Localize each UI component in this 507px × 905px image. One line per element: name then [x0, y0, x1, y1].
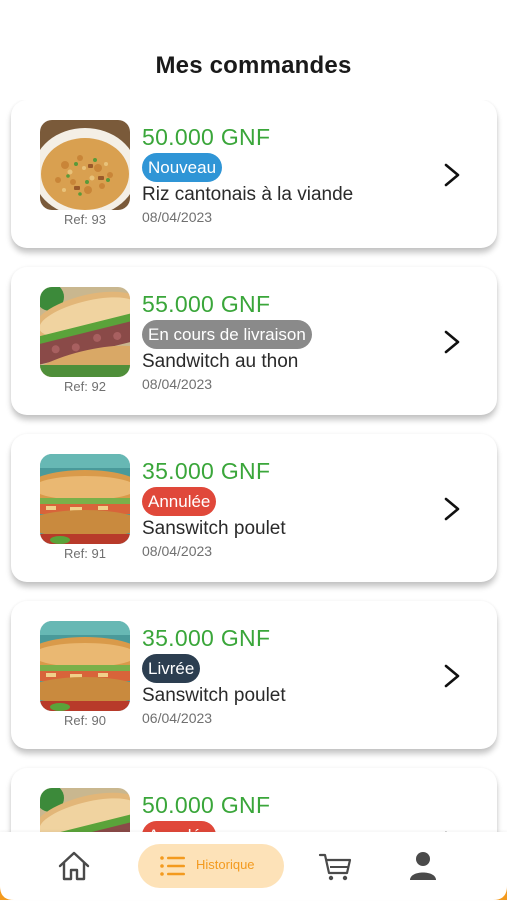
nav-historique-label: Historique [196, 857, 255, 872]
tuna-sandwich-image [40, 788, 130, 832]
chevron-right-icon[interactable] [443, 162, 461, 188]
order-name: Sandwitch au thon [142, 351, 299, 372]
chevron-right-icon[interactable] [443, 329, 461, 355]
nav-profile[interactable] [401, 844, 445, 888]
order-card[interactable]: Ref: 90 35.000 GNF Livrée Sanswitch poul… [11, 601, 497, 749]
order-price: 55.000 GNF [142, 291, 271, 317]
nav-historique[interactable]: Historique [138, 844, 284, 888]
tuna-sandwich-image [40, 287, 130, 377]
order-name: Sanswitch poulet [142, 685, 286, 706]
order-price: 50.000 GNF [142, 792, 271, 818]
order-price: 35.000 GNF [142, 458, 271, 484]
status-badge: Annulée [142, 821, 217, 832]
chicken-sandwich-image [40, 454, 130, 544]
order-date: 08/04/2023 [142, 543, 213, 559]
order-card[interactable]: Ref: 92 55.000 GNF En cours de livraison… [11, 267, 497, 415]
nav-cart[interactable] [313, 844, 357, 888]
order-ref: Ref: 93 [64, 212, 106, 227]
cart-icon [318, 853, 352, 881]
orders-list[interactable]: Ref: 93 50.000 GNF Nouveau Riz cantonais… [0, 100, 507, 832]
user-icon [410, 852, 436, 880]
order-date: 08/04/2023 [142, 376, 213, 392]
order-name: Sanswitch poulet [142, 518, 286, 539]
page-title: Mes commandes [155, 52, 352, 79]
nav-home[interactable] [52, 844, 96, 888]
order-price: 50.000 GNF [142, 124, 271, 150]
order-price: 35.000 GNF [142, 625, 271, 651]
order-name: Riz cantonais à la viande [142, 184, 354, 205]
order-card[interactable]: Ref: 93 50.000 GNF Nouveau Riz cantonais… [11, 100, 497, 248]
chevron-right-icon[interactable] [443, 496, 461, 522]
order-card[interactable]: 50.000 GNF Annulée [11, 768, 497, 832]
fried-rice-image [40, 120, 130, 210]
order-ref: Ref: 91 [64, 546, 106, 561]
chicken-sandwich-image [40, 621, 130, 711]
corner-accent [493, 886, 507, 900]
status-badge: Livrée [142, 654, 201, 683]
corner-accent [0, 886, 14, 900]
status-badge: Nouveau [142, 153, 223, 182]
chevron-right-icon[interactable] [443, 663, 461, 689]
order-date: 06/04/2023 [142, 710, 213, 726]
list-icon [160, 856, 185, 876]
order-ref: Ref: 92 [64, 379, 106, 394]
status-badge: Annulée [142, 487, 217, 516]
order-date: 08/04/2023 [142, 209, 213, 225]
status-badge: En cours de livraison [142, 320, 312, 349]
order-card[interactable]: Ref: 91 35.000 GNF Annulée Sanswitch pou… [11, 434, 497, 582]
order-ref: Ref: 90 [64, 713, 106, 728]
bottom-nav: Historique [0, 832, 507, 900]
home-icon [58, 851, 90, 881]
